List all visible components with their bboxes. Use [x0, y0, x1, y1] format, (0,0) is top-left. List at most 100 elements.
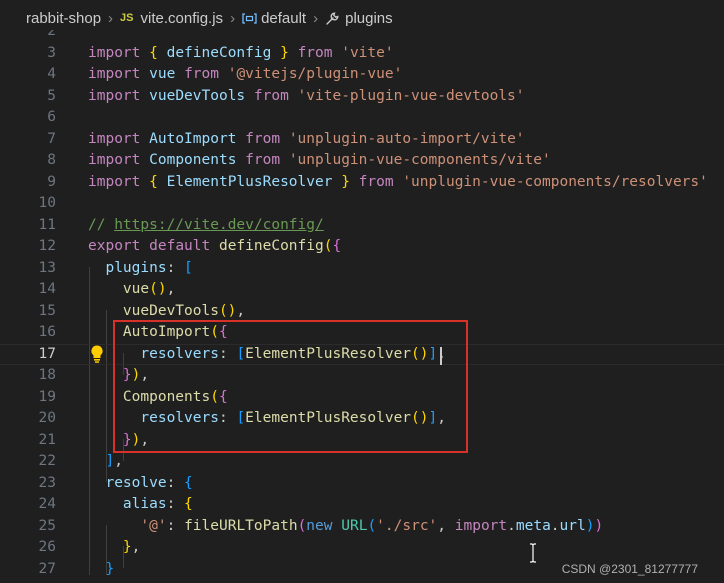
code-line[interactable]: 5 import vueDevTools from 'vite-plugin-vu… [0, 86, 724, 108]
code-text: '@': fileURLToPath(new URL('./src', impo… [88, 516, 603, 538]
code-token: vue [149, 66, 176, 82]
code-token: { [184, 496, 193, 512]
code-token: [ [184, 259, 193, 276]
code-token: plugins [105, 259, 167, 276]
code-token: 'vite-plugin-vue-devtools' [297, 87, 525, 104]
code-token: : [218, 410, 237, 426]
code-text: }), [88, 365, 149, 387]
code-line[interactable]: 21 }), [0, 430, 724, 452]
code-text: import vueDevTools from 'vite-plugin-vue… [88, 86, 525, 108]
line-number: 20 [38, 410, 56, 426]
chevron-right-icon: › [230, 9, 236, 27]
code-line[interactable]: 7 import AutoImport from 'unplugin-auto-i… [0, 129, 724, 151]
code-text: }, [88, 537, 140, 559]
line-number: 15 [38, 302, 56, 319]
code-token: vueDevTools [122, 302, 219, 319]
code-token: . [550, 517, 560, 534]
code-line[interactable]: 9 import { ElementPlusResolver } from 'un… [0, 172, 724, 194]
code-text: import AutoImport from 'unplugin-auto-im… [88, 129, 525, 151]
code-text: // https://vite.dev/config/ [88, 215, 324, 237]
code-token: , [166, 281, 176, 297]
code-token: AutoImport [122, 324, 211, 340]
code-token: } [105, 560, 115, 576]
breadcrumb-symbol-plugins[interactable]: plugins [325, 10, 393, 27]
code-line[interactable]: 23 resolve: { [0, 473, 724, 495]
code-token: import [88, 66, 141, 82]
code-line[interactable]: 4 import vue from '@vitejs/plugin-vue' [0, 64, 724, 86]
code-token: // [88, 216, 115, 233]
code-text: import { ElementPlusResolver } from 'unp… [88, 172, 708, 194]
code-line[interactable]: 8 import Components from 'unplugin-vue-co… [0, 150, 724, 172]
code-token: { [332, 238, 342, 254]
line-number: 3 [47, 44, 56, 61]
line-number: 2 [47, 30, 56, 39]
code-line[interactable]: 2 [0, 30, 724, 43]
code-line[interactable]: 15 vueDevTools(), [0, 301, 724, 323]
code-token: AutoImport [149, 130, 237, 147]
code-line[interactable]: 19 Components({ [0, 387, 724, 409]
code-token: alias [122, 496, 167, 512]
code-token: Components [149, 152, 237, 168]
code-line[interactable]: 3 import { defineConfig } from 'vite' [0, 43, 724, 65]
code-token: ElementPlusResolver [245, 410, 412, 426]
javascript-file-icon: JS [120, 12, 134, 24]
code-line[interactable]: 20 resolvers: [ElementPlusResolver()], [0, 408, 724, 430]
code-line[interactable]: 26 }, [0, 537, 724, 559]
code-editor[interactable]: 2 3 import { defineConfig } from 'vite' 4 im… [0, 30, 724, 575]
code-token: { [218, 324, 228, 340]
code-token: default [149, 238, 211, 254]
lightbulb-icon[interactable] [89, 344, 105, 364]
watermark: CSDN @2301_81277777 [561, 562, 698, 576]
code-text: vue(), [88, 279, 175, 301]
code-token: new [306, 517, 333, 534]
code-line[interactable]: 13 plugins: [ [0, 258, 724, 280]
code-line[interactable]: 14 vue(), [0, 279, 724, 301]
code-line[interactable]: 11 // https://vite.dev/config/ [0, 215, 724, 237]
breadcrumb-symbol-default[interactable]: default [242, 10, 306, 27]
code-line[interactable]: 25 '@': fileURLToPath(new URL('./src', i… [0, 516, 724, 538]
code-line[interactable]: 16 AutoImport({ [0, 322, 724, 344]
code-line[interactable]: 18 }), [0, 365, 724, 387]
breadcrumb-project[interactable]: rabbit-shop [26, 10, 101, 27]
code-text: resolvers: [ElementPlusResolver()], [88, 408, 446, 430]
code-token: } [122, 367, 132, 383]
code-token: : [166, 496, 185, 512]
code-text: export default defineConfig({ [88, 236, 341, 258]
line-number: 24 [38, 496, 56, 512]
code-line[interactable]: 12 export default defineConfig({ [0, 236, 724, 258]
line-number: 4 [47, 66, 56, 82]
line-number: 23 [38, 474, 56, 491]
code-token: } [122, 539, 132, 555]
code-token: ( [210, 324, 219, 340]
code-token: from [358, 173, 394, 190]
code-text: resolvers: [ElementPlusResolver()], [88, 344, 446, 366]
code-line[interactable]: 22 ], [0, 451, 724, 473]
code-token: export [88, 238, 141, 254]
code-line[interactable]: 6 [0, 107, 724, 129]
code-token: import [88, 152, 141, 168]
code-token: from [245, 152, 281, 168]
code-line[interactable]: 24 alias: { [0, 494, 724, 516]
breadcrumb-file[interactable]: JS vite.config.js [120, 10, 223, 27]
code-token: : [166, 259, 185, 276]
code-token: from [184, 66, 219, 82]
line-number: 5 [47, 87, 56, 104]
code-token: [ [236, 410, 246, 426]
line-number: 8 [47, 152, 56, 168]
code-line[interactable]: 10 [0, 193, 724, 215]
code-line[interactable]: 17 resolvers: [ElementPlusResolver()], [0, 344, 724, 366]
